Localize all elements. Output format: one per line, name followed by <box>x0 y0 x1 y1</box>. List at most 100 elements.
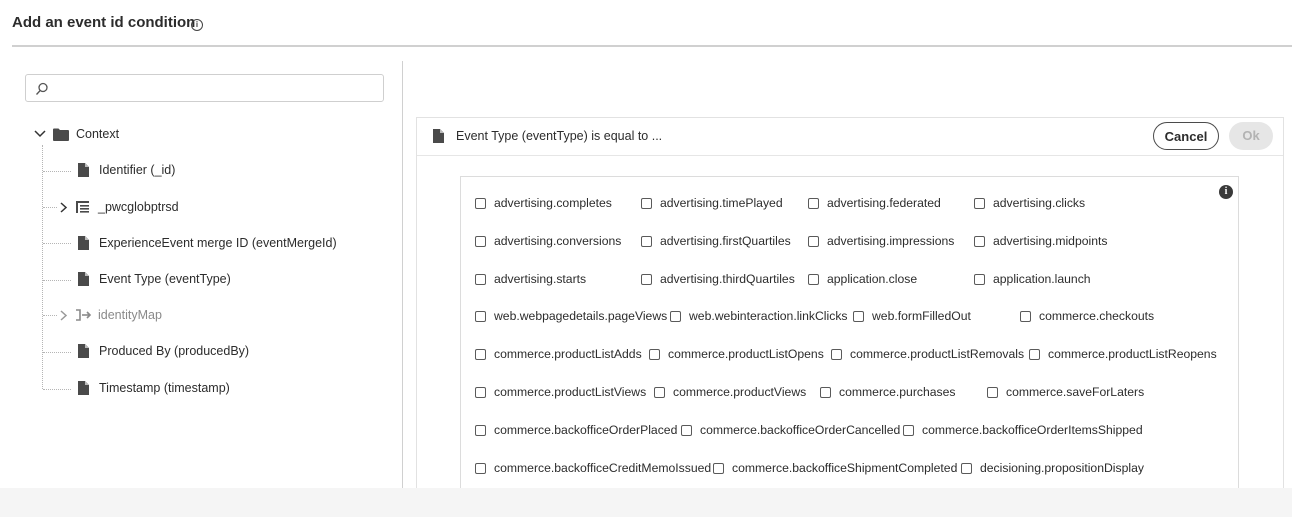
checkbox[interactable] <box>475 386 486 398</box>
option-checkbox[interactable]: commerce.productListOpens <box>649 347 824 361</box>
option-checkbox[interactable]: web.webinteraction.linkClicks <box>670 309 848 323</box>
option-checkbox[interactable]: application.close <box>808 272 917 286</box>
checkbox[interactable] <box>475 348 486 360</box>
option-checkbox[interactable]: decisioning.propositionDisplay <box>961 461 1144 475</box>
checkbox[interactable] <box>820 386 831 398</box>
tree-connector <box>43 280 71 281</box>
option-checkbox[interactable]: commerce.productListAdds <box>475 347 642 361</box>
tree-node-producedby[interactable]: Produced By (producedBy) <box>78 341 249 361</box>
option-label: advertising.impressions <box>827 234 955 248</box>
option-label: commerce.purchases <box>839 385 956 399</box>
tree-label: identityMap <box>98 308 162 322</box>
option-checkbox[interactable]: commerce.productListRemovals <box>831 347 1024 361</box>
cancel-button[interactable]: Cancel <box>1153 122 1219 150</box>
tree-node-timestamp[interactable]: Timestamp (timestamp) <box>78 378 230 398</box>
tree-node-eventtype[interactable]: Event Type (eventType) <box>78 269 231 289</box>
info-icon[interactable]: i <box>1219 185 1233 199</box>
option-checkbox[interactable]: advertising.starts <box>475 272 586 286</box>
option-checkbox[interactable]: advertising.midpoints <box>974 234 1107 248</box>
tree-connector <box>43 243 71 244</box>
option-checkbox[interactable]: commerce.backofficeOrderCancelled <box>681 423 900 437</box>
checkbox[interactable] <box>475 197 486 209</box>
checkbox[interactable] <box>987 386 998 398</box>
option-checkbox[interactable]: advertising.firstQuartiles <box>641 234 791 248</box>
checkbox[interactable] <box>475 310 486 322</box>
option-checkbox[interactable]: web.webpagedetails.pageViews <box>475 309 667 323</box>
option-label: web.webinteraction.linkClicks <box>689 309 848 323</box>
option-checkbox[interactable]: commerce.productListReopens <box>1029 347 1217 361</box>
checkbox[interactable] <box>649 348 660 360</box>
option-checkbox[interactable]: advertising.conversions <box>475 234 621 248</box>
checkbox[interactable] <box>641 197 652 209</box>
option-checkbox[interactable]: advertising.clicks <box>974 196 1085 210</box>
option-checkbox[interactable]: commerce.backofficeOrderItemsShipped <box>903 423 1143 437</box>
tree-node-identitymap[interactable]: identityMap <box>58 305 162 325</box>
option-checkbox[interactable]: commerce.backofficeShipmentCompleted <box>713 461 957 475</box>
option-checkbox[interactable]: advertising.impressions <box>808 234 954 248</box>
option-checkbox[interactable]: advertising.completes <box>475 196 612 210</box>
tree-node-pwcglobptrsd[interactable]: _pwcglobptrsd <box>58 197 179 217</box>
checkbox[interactable] <box>681 424 692 436</box>
option-checkbox[interactable]: advertising.thirdQuartiles <box>641 272 795 286</box>
checkbox[interactable] <box>974 273 985 285</box>
option-checkbox[interactable]: commerce.checkouts <box>1020 309 1154 323</box>
option-label: commerce.productListReopens <box>1048 347 1217 361</box>
checkbox[interactable] <box>974 235 985 247</box>
checkbox[interactable] <box>961 462 972 474</box>
checkbox[interactable] <box>641 235 652 247</box>
chevron-right-icon[interactable] <box>58 309 68 322</box>
tree-label: ExperienceEvent merge ID (eventMergeId) <box>99 236 337 250</box>
checkbox[interactable] <box>853 310 864 322</box>
object-icon <box>76 201 89 213</box>
option-label: advertising.clicks <box>993 196 1086 210</box>
checkbox[interactable] <box>808 235 819 247</box>
option-checkbox[interactable]: application.launch <box>974 272 1091 286</box>
dialog-title: Add an event id condition <box>12 14 196 31</box>
checkbox[interactable] <box>831 348 842 360</box>
option-label: advertising.conversions <box>494 234 622 248</box>
option-checkbox[interactable]: commerce.productListViews <box>475 385 646 399</box>
checkbox[interactable] <box>1029 348 1040 360</box>
tree-node-identifier[interactable]: Identifier (_id) <box>78 160 175 180</box>
option-label: application.launch <box>993 272 1091 286</box>
info-icon[interactable]: i <box>191 19 203 31</box>
option-checkbox[interactable]: commerce.productViews <box>654 385 806 399</box>
option-label: advertising.federated <box>827 196 941 210</box>
option-checkbox[interactable]: advertising.timePlayed <box>641 196 783 210</box>
checkbox[interactable] <box>475 273 486 285</box>
option-checkbox[interactable]: commerce.backofficeCreditMemoIssued <box>475 461 711 475</box>
checkbox[interactable] <box>808 273 819 285</box>
option-checkbox[interactable]: commerce.saveForLaters <box>987 385 1144 399</box>
checkbox[interactable] <box>1020 310 1031 322</box>
tree-node-eventmergeid[interactable]: ExperienceEvent merge ID (eventMergeId) <box>78 233 337 253</box>
chevron-down-icon[interactable] <box>33 128 47 140</box>
header-divider <box>12 45 1292 47</box>
checkbox[interactable] <box>903 424 914 436</box>
checkbox[interactable] <box>475 424 486 436</box>
option-label: commerce.backofficeOrderItemsShipped <box>922 423 1143 437</box>
option-label: application.close <box>827 272 918 286</box>
tree-node-context[interactable]: Context <box>33 124 119 144</box>
checkbox[interactable] <box>974 197 985 209</box>
option-checkbox[interactable]: web.formFilledOut <box>853 309 971 323</box>
checkbox[interactable] <box>475 235 486 247</box>
option-label: advertising.firstQuartiles <box>660 234 791 248</box>
chevron-right-icon[interactable] <box>58 201 68 214</box>
checkbox[interactable] <box>670 310 681 322</box>
ok-button[interactable]: Ok <box>1229 122 1273 150</box>
checkbox[interactable] <box>713 462 724 474</box>
option-label: advertising.timePlayed <box>660 196 783 210</box>
checkbox[interactable] <box>654 386 665 398</box>
tree-connector <box>43 171 71 172</box>
tree-label: _pwcglobptrsd <box>98 200 179 214</box>
checkbox[interactable] <box>808 197 819 209</box>
option-checkbox[interactable]: commerce.backofficeOrderPlaced <box>475 423 677 437</box>
checkbox[interactable] <box>475 462 486 474</box>
file-icon <box>78 344 89 358</box>
option-checkbox[interactable]: advertising.federated <box>808 196 941 210</box>
search-input[interactable] <box>25 74 384 102</box>
checkbox[interactable] <box>641 273 652 285</box>
search-icon <box>36 82 48 95</box>
option-checkbox[interactable]: commerce.purchases <box>820 385 956 399</box>
condition-label: Event Type (eventType) is equal to ... <box>456 129 663 143</box>
